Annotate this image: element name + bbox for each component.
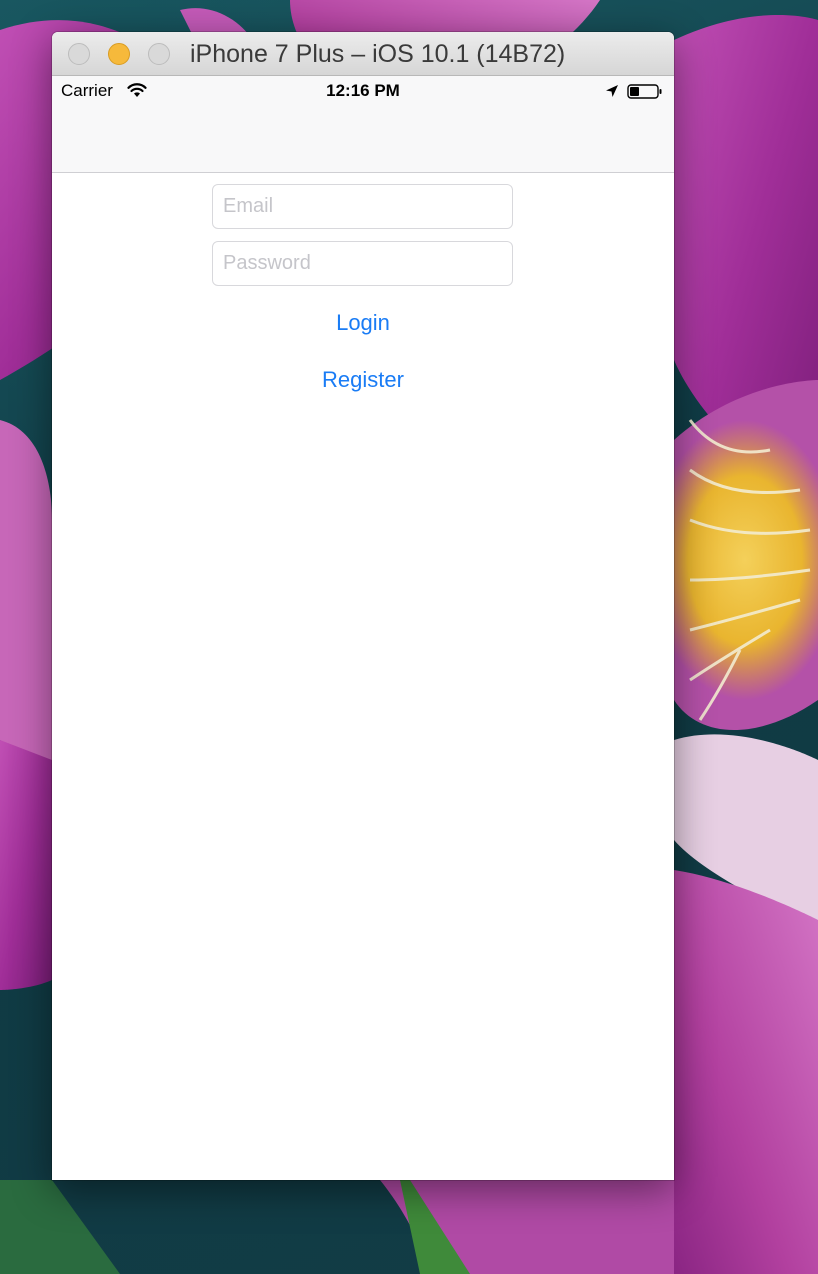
battery-icon [627,84,662,99]
close-window-button[interactable] [68,43,90,65]
password-field[interactable] [212,241,513,286]
location-icon [606,85,618,97]
login-button[interactable]: Login [52,307,674,339]
status-bar: Carrier 12:16 PM [52,76,674,108]
status-time: 12:16 PM [326,81,400,100]
register-button[interactable]: Register [52,364,674,396]
window-titlebar[interactable]: iPhone 7 Plus – iOS 10.1 (14B72) [52,32,674,76]
minimize-window-button[interactable] [108,43,130,65]
zoom-window-button[interactable] [148,43,170,65]
simulator-window: iPhone 7 Plus – iOS 10.1 (14B72) Carrier… [52,32,674,1180]
email-field[interactable] [212,184,513,229]
window-title: iPhone 7 Plus – iOS 10.1 (14B72) [190,40,566,68]
ios-screen: Carrier 12:16 PM Login Register [52,76,674,1180]
